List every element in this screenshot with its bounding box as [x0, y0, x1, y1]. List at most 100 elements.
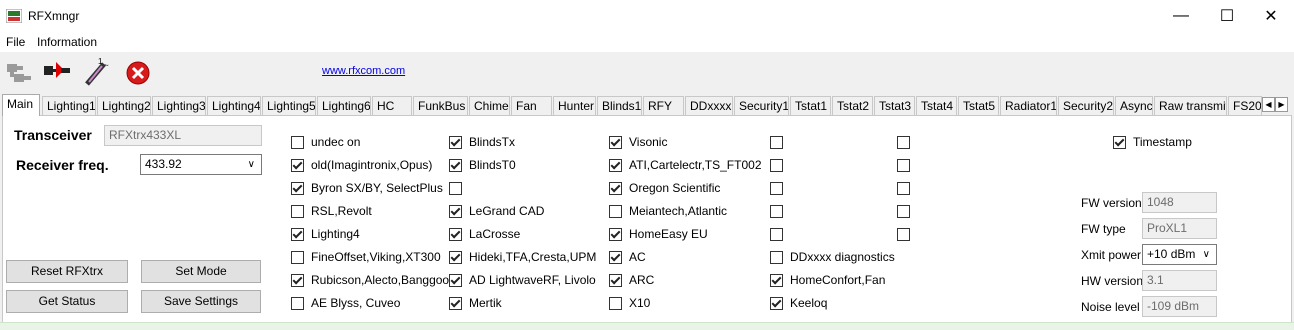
protocol-checkbox[interactable]	[897, 157, 917, 173]
protocol-checkbox[interactable]: Meiantech,Atlantic	[609, 203, 727, 219]
protocol-checkbox[interactable]: Lighting4	[291, 226, 360, 242]
checkbox-box[interactable]	[1113, 135, 1126, 149]
checkbox-box[interactable]	[291, 158, 304, 172]
checkbox-box[interactable]	[609, 250, 622, 264]
protocol-checkbox[interactable]	[770, 134, 790, 150]
protocol-checkbox[interactable]: X10	[609, 295, 650, 311]
tab-ddxxxx[interactable]: DDxxxx	[685, 96, 733, 115]
tab-radiator1[interactable]: Radiator1	[1000, 96, 1057, 115]
checkbox-box[interactable]	[770, 158, 783, 172]
save-settings-button[interactable]: Save Settings	[141, 290, 261, 313]
protocol-checkbox[interactable]	[770, 180, 790, 196]
checkbox-box[interactable]	[770, 296, 783, 310]
protocol-checkbox[interactable]: Keeloq	[770, 295, 827, 311]
tab-scroll-right-icon[interactable]: ▶	[1275, 97, 1288, 112]
checkbox-box[interactable]	[897, 181, 910, 195]
tab-raw-transmit[interactable]: Raw transmit	[1154, 96, 1227, 115]
tab-lighting4[interactable]: Lighting4	[207, 96, 261, 115]
checkbox-box[interactable]	[449, 227, 462, 241]
protocol-checkbox[interactable]: HomeEasy EU	[609, 226, 708, 242]
checkbox-box[interactable]	[897, 227, 910, 241]
protocol-checkbox[interactable]: Oregon Scientific	[609, 180, 720, 196]
protocol-checkbox[interactable]: Hideki,TFA,Cresta,UPM	[449, 249, 596, 265]
checkbox-box[interactable]	[770, 181, 783, 195]
tab-tstat5[interactable]: Tstat5	[958, 96, 999, 115]
timestamp-checkbox[interactable]: Timestamp	[1113, 134, 1192, 150]
tab-lighting3[interactable]: Lighting3	[152, 96, 206, 115]
protocol-checkbox[interactable]: Rubicson,Alecto,Banggood	[291, 272, 456, 288]
receiver-freq-select[interactable]: 433.92 ∨	[140, 154, 262, 175]
checkbox-box[interactable]	[449, 250, 462, 264]
checkbox-box[interactable]	[609, 273, 622, 287]
tab-tstat2[interactable]: Tstat2	[832, 96, 873, 115]
protocol-checkbox[interactable]: Visonic	[609, 134, 667, 150]
protocol-checkbox[interactable]: RSL,Revolt	[291, 203, 372, 219]
set-mode-button[interactable]: Set Mode	[141, 260, 261, 283]
tab-scroll-left-icon[interactable]: ◀	[1262, 97, 1275, 112]
wand-icon[interactable]: 1 ~	[82, 56, 112, 88]
checkbox-box[interactable]	[449, 204, 462, 218]
checkbox-box[interactable]	[770, 273, 783, 287]
tab-security1[interactable]: Security1	[734, 96, 789, 115]
protocol-checkbox[interactable]	[770, 157, 790, 173]
protocol-checkbox[interactable]: AC	[609, 249, 646, 265]
tab-chime[interactable]: Chime	[469, 96, 510, 115]
checkbox-box[interactable]	[609, 204, 622, 218]
tab-fs20[interactable]: FS20	[1228, 96, 1262, 115]
reset-rfxtrx-button[interactable]: Reset RFXtrx	[6, 260, 128, 283]
minimize-button[interactable]: —	[1158, 0, 1204, 32]
protocol-checkbox[interactable]: AE Blyss, Cuveo	[291, 295, 400, 311]
checkbox-box[interactable]	[449, 135, 462, 149]
checkbox-box[interactable]	[291, 227, 304, 241]
tab-security2[interactable]: Security2	[1058, 96, 1114, 115]
protocol-checkbox[interactable]: undec on	[291, 134, 360, 150]
protocol-checkbox[interactable]	[449, 180, 469, 196]
checkbox-box[interactable]	[291, 135, 304, 149]
protocol-checkbox[interactable]: Mertik	[449, 295, 502, 311]
checkbox-box[interactable]	[609, 135, 622, 149]
get-status-button[interactable]: Get Status	[6, 290, 128, 313]
stop-icon[interactable]	[124, 56, 154, 88]
tab-lighting5[interactable]: Lighting5	[262, 96, 316, 115]
tab-lighting2[interactable]: Lighting2	[97, 96, 151, 115]
tab-rfy[interactable]: RFY	[643, 96, 684, 115]
protocol-checkbox[interactable]: LaCrosse	[449, 226, 520, 242]
checkbox-box[interactable]	[291, 181, 304, 195]
tab-main[interactable]: Main	[2, 94, 40, 116]
checkbox-box[interactable]	[609, 158, 622, 172]
protocol-checkbox[interactable]: LeGrand CAD	[449, 203, 544, 219]
tab-tstat4[interactable]: Tstat4	[916, 96, 957, 115]
protocol-checkbox[interactable]: Byron SX/BY, SelectPlus	[291, 180, 443, 196]
tab-hc[interactable]: HC	[372, 96, 412, 115]
protocol-checkbox[interactable]	[897, 134, 917, 150]
checkbox-box[interactable]	[770, 227, 783, 241]
tab-tstat1[interactable]: Tstat1	[790, 96, 831, 115]
checkbox-box[interactable]	[770, 250, 783, 264]
checkbox-box[interactable]	[449, 296, 462, 310]
tab-fan[interactable]: Fan	[511, 96, 552, 115]
checkbox-box[interactable]	[897, 158, 910, 172]
checkbox-box[interactable]	[609, 227, 622, 241]
tab-lighting6[interactable]: Lighting6	[317, 96, 371, 115]
checkbox-box[interactable]	[609, 181, 622, 195]
protocol-checkbox[interactable]: BlindsTx	[449, 134, 515, 150]
protocol-checkbox[interactable]: old(Imagintronix,Opus)	[291, 157, 432, 173]
checkbox-box[interactable]	[770, 204, 783, 218]
connect-icon[interactable]	[4, 56, 34, 88]
tab-funkbus[interactable]: FunkBus	[413, 96, 468, 115]
tab-blinds1[interactable]: Blinds1	[597, 96, 642, 115]
menu-information[interactable]: Information	[37, 35, 97, 49]
protocol-checkbox[interactable]: AD LightwaveRF, Livolo	[449, 272, 596, 288]
protocol-checkbox[interactable]: DDxxxx diagnostics	[770, 249, 895, 265]
checkbox-box[interactable]	[449, 273, 462, 287]
checkbox-box[interactable]	[449, 158, 462, 172]
protocol-checkbox[interactable]	[770, 203, 790, 219]
tab-tstat3[interactable]: Tstat3	[874, 96, 915, 115]
disconnect-icon[interactable]	[42, 56, 72, 88]
rfxcom-link[interactable]: www.rfxcom.com	[322, 65, 405, 77]
close-window-button[interactable]: ✕	[1248, 0, 1294, 32]
protocol-checkbox[interactable]	[897, 226, 917, 242]
checkbox-box[interactable]	[897, 135, 910, 149]
checkbox-box[interactable]	[291, 296, 304, 310]
protocol-checkbox[interactable]: FineOffset,Viking,XT300	[291, 249, 441, 265]
